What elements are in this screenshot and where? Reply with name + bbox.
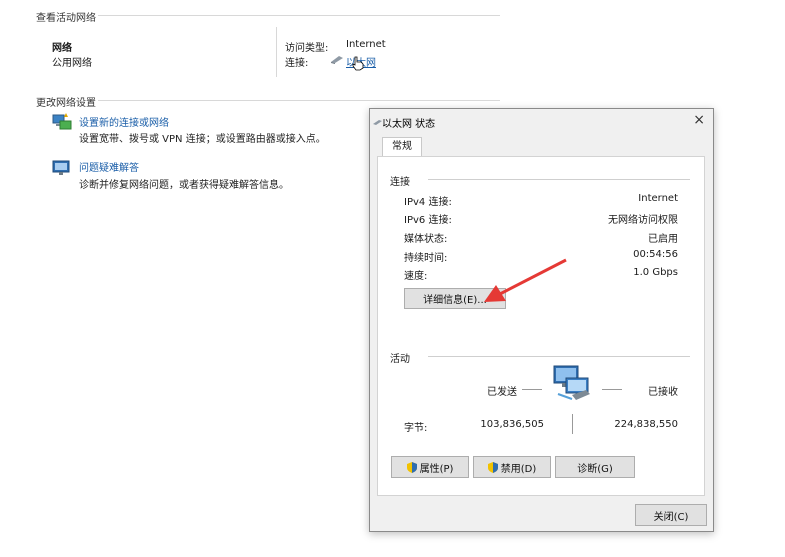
- disable-button[interactable]: 禁用(D): [473, 456, 551, 478]
- setup-connection-desc: 设置宽带、拨号或 VPN 连接；或设置路由器或接入点。: [79, 134, 326, 145]
- received-label: 已接收: [648, 387, 678, 398]
- media-state-label: 媒体状态:: [404, 234, 448, 245]
- access-type-label: 访问类型:: [285, 43, 329, 54]
- ethernet-icon: [330, 55, 344, 67]
- sent-label: 已发送: [487, 387, 517, 398]
- close-button[interactable]: 关闭(C): [635, 504, 707, 526]
- troubleshoot-link[interactable]: 问题疑难解答: [79, 159, 139, 174]
- dialog-close-icon[interactable]: ×: [693, 112, 705, 128]
- troubleshoot-icon: [52, 159, 72, 180]
- hand-cursor-icon: [352, 56, 364, 74]
- shield-icon: [406, 461, 417, 473]
- change-settings-title: 更改网络设置: [36, 98, 96, 109]
- properties-button[interactable]: 属性(P): [391, 456, 469, 478]
- bytes-sent-value: 103,836,505: [480, 419, 544, 430]
- change-settings-divider: [98, 100, 500, 101]
- activity-group-line: [428, 356, 690, 357]
- tab-general[interactable]: 常规: [382, 137, 422, 157]
- ipv6-label: IPv6 连接:: [404, 215, 452, 226]
- tab-strip: 常规: [378, 137, 705, 157]
- bytes-label: 字节:: [404, 423, 428, 434]
- network-info-divider: [276, 27, 277, 77]
- ipv6-value: 无网络访问权限: [608, 215, 678, 226]
- disable-label: 禁用(D): [500, 463, 537, 475]
- troubleshoot-desc: 诊断并修复网络问题，或者获得疑难解答信息。: [79, 180, 289, 191]
- network-type: 公用网络: [52, 58, 92, 69]
- sent-line: [522, 389, 542, 390]
- media-state-value: 已启用: [648, 234, 678, 245]
- network-setup-icon: [52, 112, 72, 135]
- network-computers-icon: [552, 364, 592, 407]
- ipv4-label: IPv4 连接:: [404, 197, 452, 208]
- speed-value: 1.0 Gbps: [633, 267, 678, 278]
- properties-label: 属性(P): [419, 463, 454, 475]
- diagnose-button[interactable]: 诊断(G): [555, 456, 635, 478]
- active-networks-title: 查看活动网络: [36, 13, 96, 24]
- ipv4-value: Internet: [638, 193, 678, 204]
- connection-group-line: [428, 179, 690, 180]
- activity-group-title: 活动: [390, 354, 410, 365]
- shield-icon: [487, 461, 498, 473]
- ethernet-status-dialog: 以太网 状态 × 常规 连接 IPv4 连接: Internet IPv6 连接…: [369, 108, 714, 532]
- active-networks-divider: [98, 15, 500, 16]
- general-panel: 连接 IPv4 连接: Internet IPv6 连接: 无网络访问权限 媒体…: [377, 156, 705, 496]
- dialog-title: 以太网 状态: [382, 119, 436, 130]
- red-arrow-icon: [484, 258, 567, 302]
- connection-group-title: 连接: [390, 177, 410, 188]
- bytes-received-value: 224,838,550: [614, 419, 678, 430]
- bytes-separator: [572, 414, 573, 434]
- speed-label: 速度:: [404, 271, 428, 282]
- duration-value: 00:54:56: [633, 249, 678, 260]
- setup-connection-link[interactable]: 设置新的连接或网络: [79, 114, 169, 129]
- access-type-value: Internet: [346, 39, 386, 50]
- duration-label: 持续时间:: [404, 253, 448, 264]
- connections-label: 连接:: [285, 58, 309, 69]
- network-name: 网络: [52, 43, 72, 54]
- received-line: [602, 389, 622, 390]
